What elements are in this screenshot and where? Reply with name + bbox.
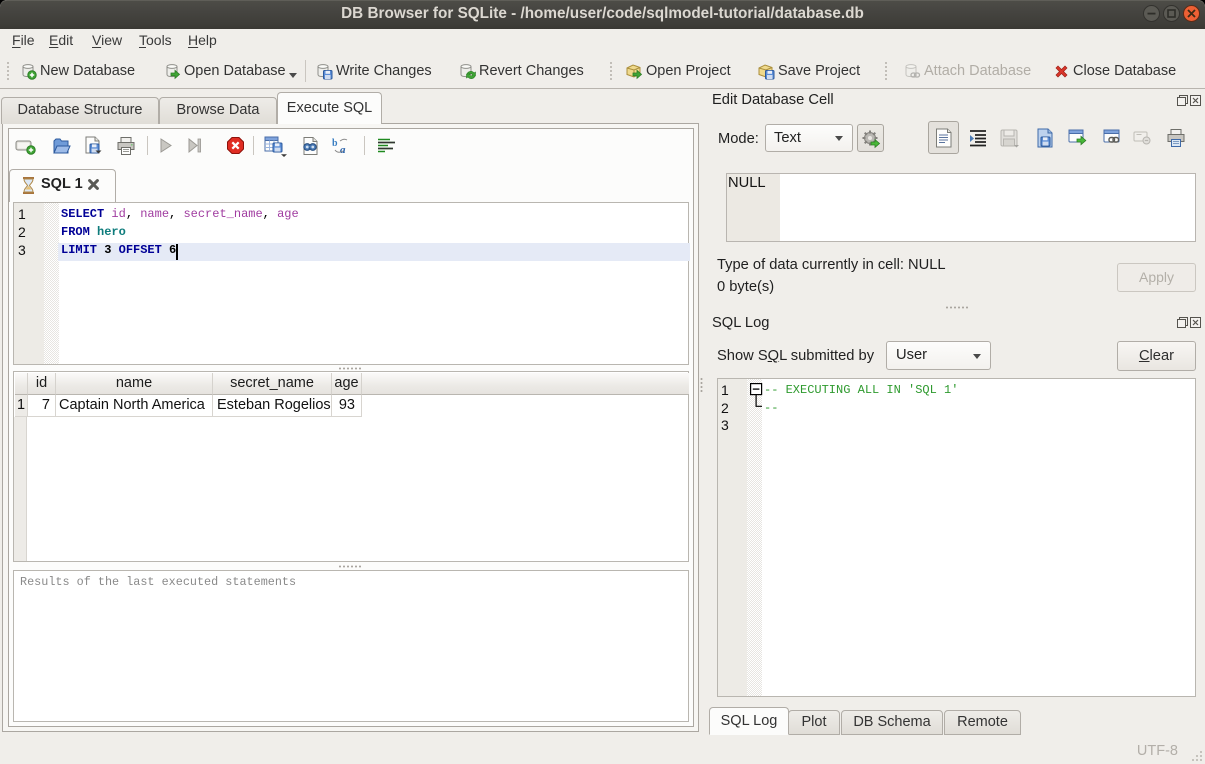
svg-text:b: b [332, 138, 338, 149]
svg-text:a: a [340, 144, 346, 155]
